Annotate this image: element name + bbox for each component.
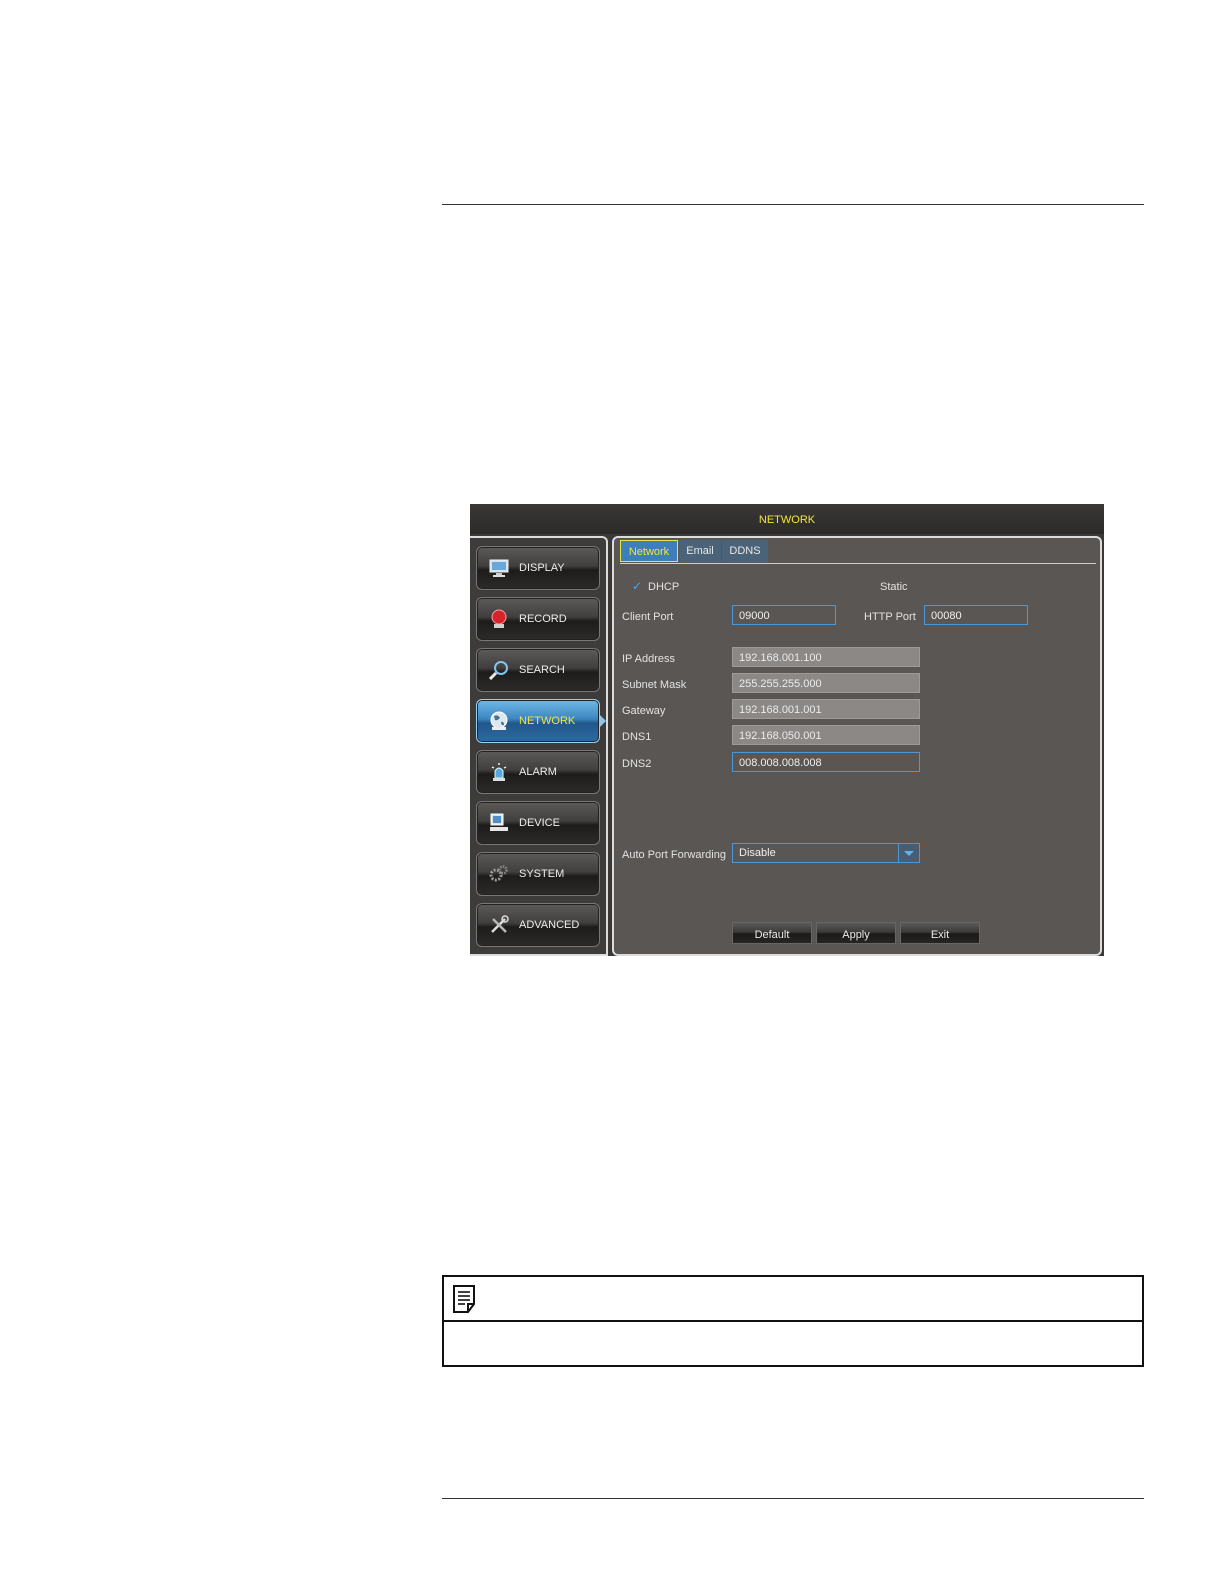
- globe-icon: [490, 711, 508, 730]
- header-rule: [442, 204, 1144, 205]
- dvr-network-screen: NETWORK DISPLAY RECORD SEARCH NETWORK AL…: [470, 504, 1104, 956]
- network-settings-panel: Network Email DDNS ✓ DHCP Static Client …: [612, 536, 1102, 956]
- subnet-mask-field: 255.255.255.000: [732, 673, 920, 693]
- menu-label: ADVANCED: [519, 919, 580, 931]
- active-indicator: [600, 715, 606, 727]
- select-value: Disable: [739, 847, 776, 859]
- tools-icon: [491, 915, 509, 933]
- computer-icon: [490, 813, 508, 831]
- ip-address-field: 192.168.001.100: [732, 647, 920, 667]
- apply-button[interactable]: Apply: [816, 922, 896, 944]
- menu-system-button[interactable]: SYSTEM: [476, 852, 600, 896]
- menu-label: SEARCH: [519, 664, 565, 676]
- menu-advanced-button[interactable]: ADVANCED: [476, 903, 600, 947]
- ip-address-label: IP Address: [622, 653, 675, 665]
- client-port-field[interactable]: 09000: [732, 605, 836, 625]
- subnet-mask-label: Subnet Mask: [622, 679, 687, 691]
- auto-port-forwarding-select[interactable]: Disable: [732, 843, 920, 863]
- tab-ddns[interactable]: DDNS: [722, 540, 768, 562]
- dropdown-arrow-icon[interactable]: [898, 844, 919, 862]
- menu-display-button[interactable]: DISPLAY: [476, 546, 600, 590]
- menu-network-button[interactable]: NETWORK: [476, 699, 606, 743]
- menu-label: DISPLAY: [519, 562, 565, 574]
- exit-button[interactable]: Exit: [900, 922, 980, 944]
- note-box: [442, 1275, 1144, 1367]
- menu-device-button[interactable]: DEVICE: [476, 801, 600, 845]
- menu-search-button[interactable]: SEARCH: [476, 648, 600, 692]
- dns1-label: DNS1: [622, 731, 652, 743]
- alarm-siren-icon: [491, 763, 507, 781]
- magnifier-icon: [489, 661, 508, 680]
- default-button[interactable]: Default: [732, 922, 812, 944]
- dhcp-option[interactable]: DHCP: [648, 580, 679, 594]
- http-port-field[interactable]: 00080: [924, 605, 1028, 625]
- gateway-label: Gateway: [622, 705, 666, 717]
- gateway-field: 192.168.001.001: [732, 699, 920, 719]
- dns2-field[interactable]: 008.008.008.008: [732, 752, 920, 772]
- static-option[interactable]: Static: [880, 580, 908, 594]
- http-port-label: HTTP Port: [864, 611, 916, 623]
- menu-label: RECORD: [519, 613, 567, 625]
- menu-label: DEVICE: [519, 817, 560, 829]
- menu-label: ALARM: [519, 766, 557, 778]
- menu-alarm-button[interactable]: ALARM: [476, 750, 600, 794]
- record-icon: [491, 609, 507, 628]
- note-divider: [444, 1320, 1142, 1322]
- tab-network[interactable]: Network: [620, 540, 678, 562]
- tab-email[interactable]: Email: [679, 540, 721, 562]
- menu-label: NETWORK: [519, 715, 576, 727]
- monitor-icon: [489, 559, 509, 577]
- note-icon: [453, 1285, 475, 1313]
- checkmark-icon[interactable]: ✓: [632, 579, 642, 593]
- client-port-label: Client Port: [622, 611, 674, 623]
- menu-label: SYSTEM: [519, 868, 565, 880]
- menu-record-button[interactable]: RECORD: [476, 597, 600, 641]
- dns1-field: 192.168.050.001: [732, 725, 920, 745]
- main-menu: DISPLAY RECORD SEARCH NETWORK ALARM DEVI…: [470, 536, 608, 956]
- dns2-label: DNS2: [622, 758, 652, 770]
- window-title: NETWORK: [470, 504, 1104, 534]
- tab-divider: [620, 563, 1096, 564]
- footer-rule: [442, 1498, 1144, 1499]
- gears-icon: [489, 865, 508, 882]
- auto-port-forwarding-label: Auto Port Forwarding: [622, 849, 726, 861]
